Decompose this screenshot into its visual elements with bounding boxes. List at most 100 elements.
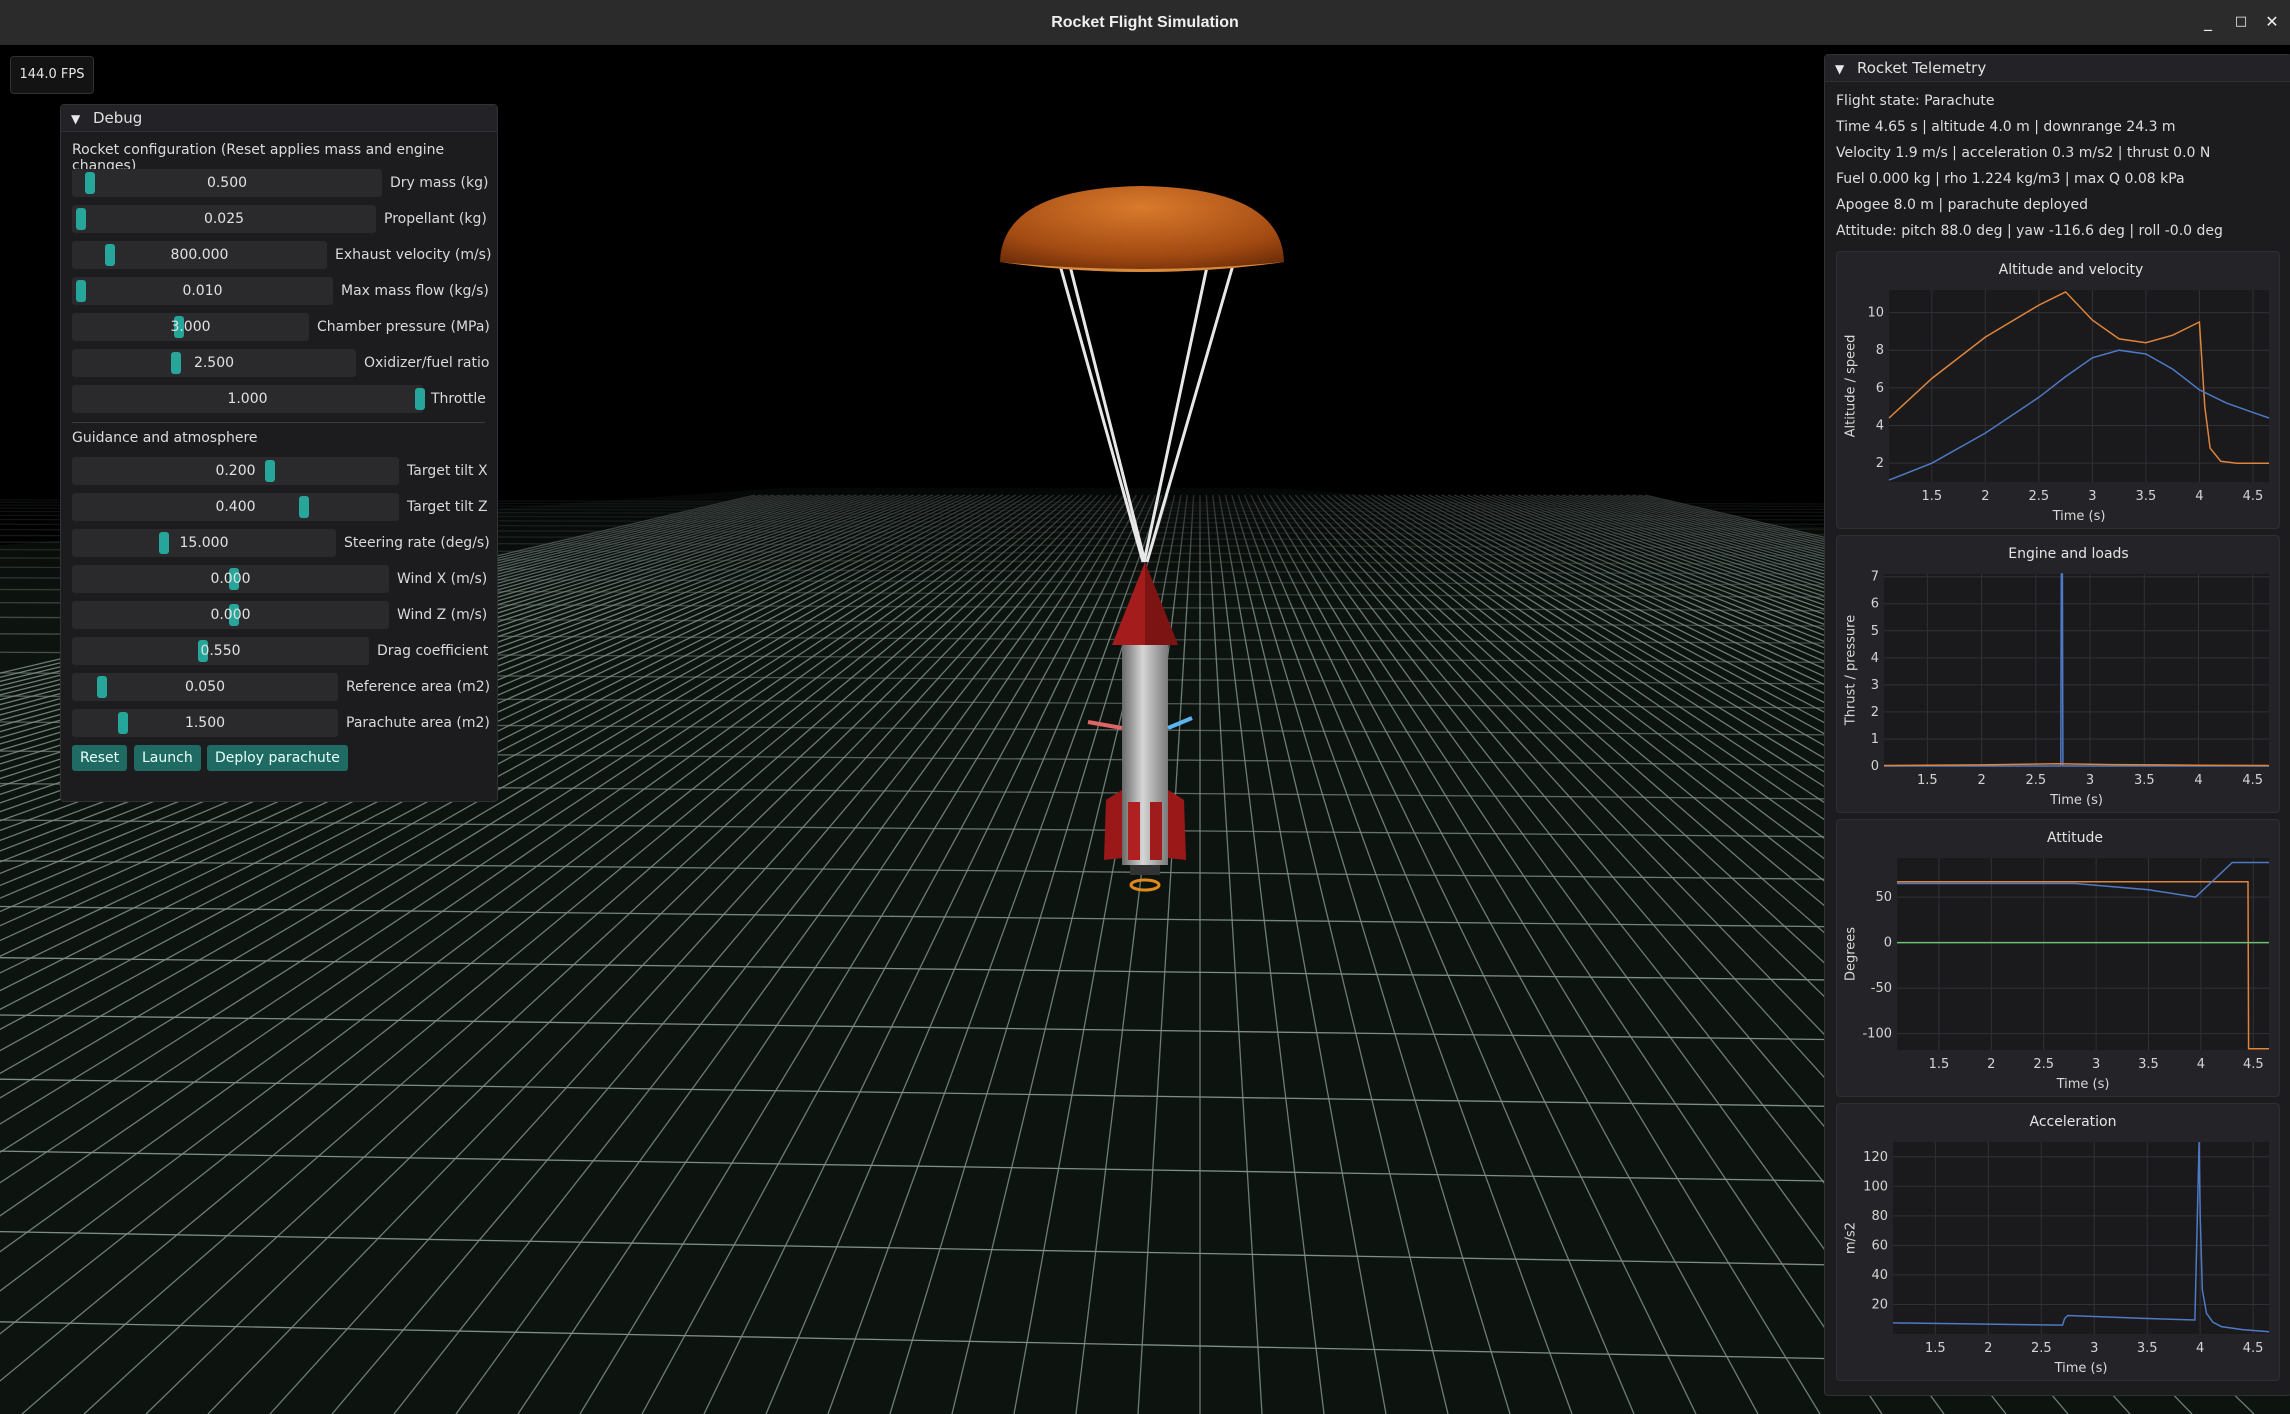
collapse-triangle-icon[interactable]: ▼: [1835, 56, 1857, 82]
x-tick-label: 3.5: [2134, 773, 2155, 788]
minimize-icon[interactable]: _: [2196, 10, 2220, 34]
y-tick-label: 6: [1871, 597, 1879, 612]
config-slider[interactable]: 1.000: [72, 385, 425, 413]
y-tick-label: 2: [1876, 456, 1884, 471]
guidance-label: Wind Z (m/s): [397, 607, 488, 623]
slider-value: 0.550: [200, 643, 241, 659]
y-tick-label: 60: [1871, 1238, 1888, 1253]
x-tick-label: 2: [1977, 773, 1985, 788]
slider-value: 800.000: [170, 247, 229, 263]
y-tick-label: 120: [1863, 1150, 1888, 1165]
x-axis-label: Time (s): [2049, 793, 2103, 808]
slider-value: 1.000: [227, 391, 268, 407]
x-axis-label: Time (s): [2056, 1077, 2110, 1092]
maximize-icon[interactable]: □: [2229, 10, 2253, 34]
y-tick-label: 4: [1871, 651, 1879, 666]
guidance-label: Target tilt X: [407, 463, 488, 479]
x-tick-label: 4: [2194, 773, 2202, 788]
y-tick-label: 50: [1875, 890, 1892, 905]
guidance-slider[interactable]: 0.000: [72, 601, 389, 629]
y-tick-label: 20: [1871, 1297, 1888, 1312]
guidance-slider[interactable]: 0.000: [72, 565, 389, 593]
slider-value: 2.500: [193, 355, 235, 371]
x-tick-label: 4: [2196, 1341, 2204, 1356]
config-label: Throttle: [431, 391, 486, 407]
config-label: Propellant (kg): [384, 211, 487, 227]
close-icon[interactable]: ✕: [2260, 10, 2284, 34]
x-tick-label: 3.5: [2136, 489, 2157, 504]
slider-value: 0.050: [184, 679, 226, 695]
x-tick-label: 3: [2090, 1341, 2098, 1356]
guidance-slider[interactable]: 1.500: [72, 709, 338, 737]
debug-header[interactable]: ▼ Debug: [61, 105, 497, 132]
x-tick-label: 4.5: [2243, 489, 2264, 504]
slider-value: 0.010: [182, 283, 223, 299]
y-axis-label: Altitude / speed: [1844, 335, 1859, 438]
window-titlebar: Rocket Flight Simulation _ □ ✕: [0, 0, 2290, 46]
y-tick-label: 5: [1871, 624, 1879, 639]
slider-value: 0.025: [203, 211, 245, 227]
slider-value: 0.400: [215, 499, 256, 515]
y-tick-label: -100: [1862, 1027, 1892, 1042]
y-tick-label: 6: [1876, 381, 1884, 396]
deploy-parachute-button[interactable]: Deploy parachute: [207, 745, 348, 771]
reset-button[interactable]: Reset: [72, 745, 128, 771]
slider-value: 3.000: [170, 319, 211, 335]
guidance-slider[interactable]: 15.000: [72, 529, 336, 557]
y-tick-label: -50: [1871, 981, 1892, 996]
guidance-slider[interactable]: 0.050: [72, 673, 338, 701]
plot-area: [1897, 858, 2269, 1050]
config-slider[interactable]: 0.010: [72, 277, 333, 305]
y-tick-label: 40: [1871, 1268, 1888, 1283]
x-tick-label: 1.5: [1917, 773, 1938, 788]
guidance-label: Target tilt Z: [407, 499, 488, 515]
flight-state-text: Flight state: Parachute: [1836, 93, 1995, 109]
plot-attitude[interactable]: 1.5 2 2.5 3 3.5 4 4.5 50 0 -50 -100 Attitude Time (s…: [1836, 819, 2280, 1097]
x-tick-label: 4.5: [2243, 1341, 2264, 1356]
x-tick-label: 4.5: [2242, 773, 2263, 788]
config-slider[interactable]: 2.500: [72, 349, 356, 377]
chart-title: Acceleration: [2030, 1114, 2117, 1130]
config-slider[interactable]: 3.000: [72, 313, 309, 341]
x-tick-label: 1.5: [1929, 1057, 1950, 1072]
x-tick-label: 4: [2195, 489, 2203, 504]
y-axis-label: m/s2: [1844, 1222, 1859, 1254]
config-slider[interactable]: 0.025: [72, 205, 376, 233]
guidance-slider[interactable]: 0.400: [72, 493, 399, 521]
slider-value: 15.000: [179, 535, 229, 551]
config-label: Dry mass (kg): [390, 175, 489, 191]
time-altitude-text: Time 4.65 s | altitude 4.0 m | downrange…: [1836, 119, 2176, 135]
x-tick-label: 4.5: [2243, 1057, 2264, 1072]
y-tick-label: 10: [1867, 306, 1884, 321]
apogee-text: Apogee 8.0 m | parachute deployed: [1836, 197, 2088, 213]
collapse-triangle-icon[interactable]: ▼: [71, 106, 93, 132]
y-tick-label: 2: [1871, 705, 1879, 720]
plot-altitude-velocity[interactable]: 1.5 2 2.5 3 3.5 4 4.5 2 4 6 8 10 Altitude and veloci…: [1836, 251, 2280, 529]
telemetry-title: Rocket Telemetry: [1857, 59, 1987, 77]
plot-engine-loads[interactable]: 1.5 2 2.5 3 3.5 4 4.5 0 1 2 3 4 5 6 7 Engine and loads T…: [1836, 535, 2280, 813]
guidance-slider[interactable]: 0.200: [72, 457, 399, 485]
slider-value: 0.000: [210, 571, 251, 587]
x-tick-label: 2: [1987, 1057, 1995, 1072]
chart-title: Altitude and velocity: [1999, 262, 2144, 278]
x-tick-label: 2.5: [2031, 1341, 2052, 1356]
config-label: Exhaust velocity (m/s): [335, 247, 492, 263]
y-tick-label: 7: [1871, 570, 1879, 585]
guidance-label: Reference area (m2): [346, 679, 491, 695]
guidance-slider[interactable]: 0.550: [72, 637, 369, 665]
config-slider[interactable]: 0.500: [72, 169, 382, 197]
x-tick-label: 1.5: [1921, 489, 1942, 504]
y-tick-label: 100: [1863, 1179, 1888, 1194]
y-tick-label: 1: [1871, 732, 1879, 747]
config-label: Chamber pressure (MPa): [317, 319, 490, 335]
launch-button[interactable]: Launch: [134, 745, 201, 771]
x-tick-label: 2: [1984, 1341, 1992, 1356]
fps-counter: 144.0 FPS: [10, 56, 94, 94]
slider-value: 1.500: [184, 715, 226, 731]
x-tick-label: 3.5: [2138, 1057, 2159, 1072]
y-axis-label: Degrees: [1844, 927, 1859, 981]
x-tick-label: 3: [2088, 489, 2096, 504]
config-slider[interactable]: 800.000: [72, 241, 327, 269]
plot-acceleration[interactable]: 1.5 2 2.5 3 3.5 4 4.5 20 40 60 80 100 120 Acceleratio…: [1836, 1103, 2280, 1381]
telemetry-header[interactable]: ▼ Rocket Telemetry: [1825, 55, 2290, 82]
